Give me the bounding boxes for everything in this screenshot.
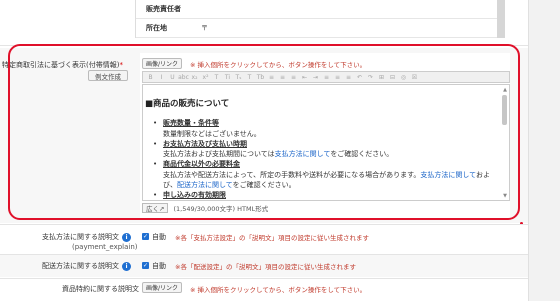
toolbar-format-icon[interactable]: U	[168, 73, 177, 81]
payment-note: ※各「支払方法設定」の「説明文」項目の設定に従い生成されます	[175, 234, 369, 242]
bullet-icon: •	[153, 160, 158, 168]
insert-hint: ※ 挿入個所をクリックしてから、ボタン操作をして下さい。	[190, 286, 367, 294]
toolbar-format-icon[interactable]: T	[212, 73, 221, 81]
editor-content-body: ■商品の販売について • 販売数量・条件等数量制限などはございません。 • お支払方法…	[145, 97, 500, 200]
toolbar-format-icon[interactable]: ≡	[344, 73, 353, 81]
body-text: 数量制限などはございません。	[163, 129, 261, 138]
body-text: およ	[475, 170, 490, 179]
payment-explain-row: 支払方法に関する説明文 i (payment_explain) ✓ 自動 ※各「支…	[0, 226, 528, 252]
toolbar-format-icon[interactable]: ⊞	[377, 73, 386, 81]
row-label: 所在地	[146, 24, 167, 32]
toolbar-format-icon[interactable]: ☒	[410, 73, 419, 81]
inline-link[interactable]: 支払方法に関して	[420, 171, 476, 179]
delivery-label-text: 配送方法に関する説明文	[42, 262, 119, 270]
divider	[0, 45, 528, 46]
row-value: 〒	[201, 24, 208, 32]
inline-link[interactable]: 支払方法に関して	[275, 150, 331, 158]
page-scrollbar[interactable]	[528, 0, 560, 301]
toolbar-format-icon[interactable]: Tₛ	[234, 73, 243, 81]
bullet-icon: •	[153, 190, 158, 199]
editor-toolbar: B I Uabc x₂ x² T Ti Tₛ T Tb ≡ ≡ ≡ ⇤ ⇥ ≡ ≡ ≡ ↶ ↷ ⊞ ⊟ ◎ ☒	[142, 71, 510, 83]
item-title: 商品代金以外の必要料金	[163, 160, 240, 168]
special-explain-label: 資品特約に関する説明文	[62, 285, 139, 293]
commerce-law-label: 特定商取引法に基づく表示(付帯情報)*	[2, 60, 123, 70]
toolbar-format-icon[interactable]: ⇤	[300, 73, 309, 81]
char-count: (1,549/30,000文字) HTML形式	[173, 205, 269, 213]
payment-label-text: 支払方法に関する説明文	[42, 233, 119, 241]
payment-auto-checkbox[interactable]: ✓	[142, 233, 149, 240]
example-create-button[interactable]: 例文作成	[88, 70, 128, 81]
divider	[0, 224, 528, 225]
toolbar-format-icon[interactable]: ⊟	[388, 73, 397, 81]
payment-auto-label: 自動	[152, 233, 166, 241]
toolbar-format-icon[interactable]: I	[157, 73, 166, 81]
inline-link[interactable]: 配送方法に関して	[177, 181, 233, 189]
delivery-explain-row: 配送方法に関する説明文 i ✓ 自動 ※各「配送設定」の「説明文」項目の設定に従い…	[0, 255, 528, 277]
editor-scrollbar-thumb[interactable]	[502, 95, 507, 125]
delivery-auto-checkbox[interactable]: ✓	[142, 262, 149, 269]
toolbar-format-icon[interactable]: ≡	[289, 73, 298, 81]
required-mark: *	[119, 61, 123, 69]
toolbar-format-icon[interactable]: Tb	[256, 73, 265, 81]
editor-content[interactable]: ■商品の販売について • 販売数量・条件等数量制限などはございません。 • お支払方法…	[142, 84, 510, 201]
bullet-icon: •	[153, 119, 158, 127]
page: 販売責任者 所在地 〒 特定商取引法に基づく表示(付帯情報)* 例文作成 画像/…	[0, 0, 528, 301]
item-body: 数量制限などはございません。	[163, 129, 500, 139]
bullet-icon: •	[153, 139, 158, 148]
toolbar-format-icon[interactable]: ≡	[267, 73, 276, 81]
body-text: び、	[163, 180, 177, 189]
toolbar-format-icon[interactable]: Ti	[223, 73, 232, 81]
toolbar-format-icon[interactable]: abc	[178, 73, 189, 81]
info-icon[interactable]: i	[122, 261, 131, 271]
toolbar-format-icon[interactable]: ↶	[355, 73, 364, 81]
toolbar-format-icon[interactable]: B	[146, 73, 155, 81]
image-link-button[interactable]: 画像/リンク	[142, 58, 182, 69]
toolbar-format-icon[interactable]: ≡	[278, 73, 287, 81]
toolbar-format-icon[interactable]: T	[245, 73, 254, 81]
delivery-explain-label: 配送方法に関する説明文 i	[42, 261, 131, 271]
payment-sub-label: (payment_explain)	[72, 243, 138, 251]
scroll-up-icon[interactable]: ▲	[503, 87, 507, 93]
toolbar-format-icon[interactable]: ⇥	[311, 73, 320, 81]
toolbar-format-icon[interactable]: ◎	[399, 73, 408, 81]
toolbar-format-icon[interactable]: x²	[201, 73, 210, 81]
field-label-text: 特定商取引法に基づく表示(付帯情報)	[2, 61, 120, 69]
table-row: 所在地 〒	[136, 19, 505, 38]
insert-hint: ※ 挿入個所をクリックしてから、ボタン操作をして下さい。	[190, 61, 367, 69]
toolbar-format-icon[interactable]: ≡	[333, 73, 342, 81]
body-text: をご確認ください。	[330, 150, 394, 158]
item-title: 申し込みの有効期限	[163, 190, 226, 199]
seller-info-table: 販売責任者 所在地 〒	[135, 0, 505, 38]
list-item: • 販売数量・条件等	[153, 118, 500, 129]
list-item: • お支払方法及び支払い時期	[153, 139, 500, 150]
section-heading: ■商品の販売について	[145, 99, 230, 109]
body-text: 支払方法および支払期間については	[163, 150, 275, 158]
editor-status-bar: 広く↗ (1,549/30,000文字) HTML形式	[142, 202, 510, 214]
info-icon[interactable]: i	[122, 232, 131, 242]
item-title: お支払方法及び支払い時期	[163, 139, 247, 148]
body-text: 支払方法や配送方法によって、所定の手数料や送料が必要になる場合があります。	[163, 170, 421, 179]
toolbar-format-icon[interactable]: ↷	[366, 73, 375, 81]
table-scrollbar[interactable]	[497, 0, 505, 38]
list-item: • 商品代金以外の必要料金	[153, 159, 500, 170]
delivery-note: ※各「配送設定」の「説明文」項目の設定に従い生成されます	[175, 263, 356, 271]
item-body: び、配送方法に関してをご確認ください。	[163, 180, 500, 190]
table-row: 販売責任者	[136, 0, 505, 19]
list-item: • 申し込みの有効期限	[153, 190, 500, 201]
image-link-button[interactable]: 画像/リンク	[142, 282, 182, 293]
item-title: 販売数量・条件等	[163, 119, 219, 127]
toolbar-format-icon[interactable]: x₂	[190, 73, 199, 81]
body-text: をご確認ください。	[232, 180, 296, 189]
special-explain-row: 資品特約に関する説明文 画像/リンク ※ 挿入個所をクリックしてから、ボタン操作…	[0, 279, 528, 301]
payment-explain-label: 支払方法に関する説明文 i	[42, 232, 131, 242]
delivery-auto-label: 自動	[152, 262, 166, 270]
item-body: 支払方法および支払期間については支払方法に関してをご確認ください。	[163, 149, 500, 159]
row-label: 販売責任者	[146, 5, 181, 13]
toolbar-format-icon[interactable]: ≡	[322, 73, 331, 81]
expand-button[interactable]: 広く↗	[142, 203, 169, 213]
item-body: 支払方法や配送方法によって、所定の手数料や送料が必要になる場合があります。支払方…	[163, 170, 500, 180]
scroll-down-icon[interactable]: ▼	[503, 193, 507, 199]
